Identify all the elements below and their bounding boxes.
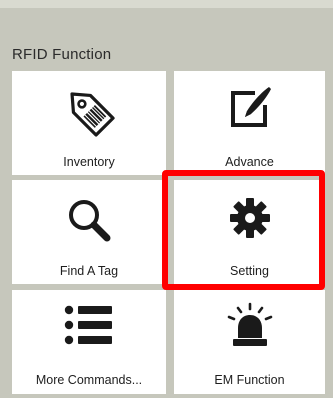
- tile-em-function[interactable]: EM Function: [174, 290, 325, 394]
- tile-inventory[interactable]: Inventory: [12, 71, 166, 175]
- tile-more-commands[interactable]: More Commands...: [12, 290, 166, 394]
- section-title: RFID Function: [12, 46, 112, 63]
- tile-advance[interactable]: Advance: [174, 71, 325, 175]
- edit-note-icon: [230, 87, 271, 127]
- status-strip: [0, 0, 333, 8]
- tile-label: Inventory: [63, 155, 115, 169]
- tag-icon: [70, 92, 115, 137]
- search-icon: [69, 200, 111, 242]
- tile-label: More Commands...: [35, 373, 143, 387]
- tile-find-a-tag[interactable]: Find A Tag: [12, 180, 166, 284]
- tile-label: EM Function: [214, 373, 285, 387]
- tile-setting[interactable]: Setting: [174, 180, 325, 284]
- tile-label: Find A Tag: [59, 264, 119, 278]
- tile-label: Setting: [230, 264, 269, 278]
- alarm-light-icon: [227, 302, 272, 346]
- tile-label: Advance: [225, 155, 274, 169]
- gear-icon: [229, 198, 270, 238]
- list-icon: [64, 305, 112, 345]
